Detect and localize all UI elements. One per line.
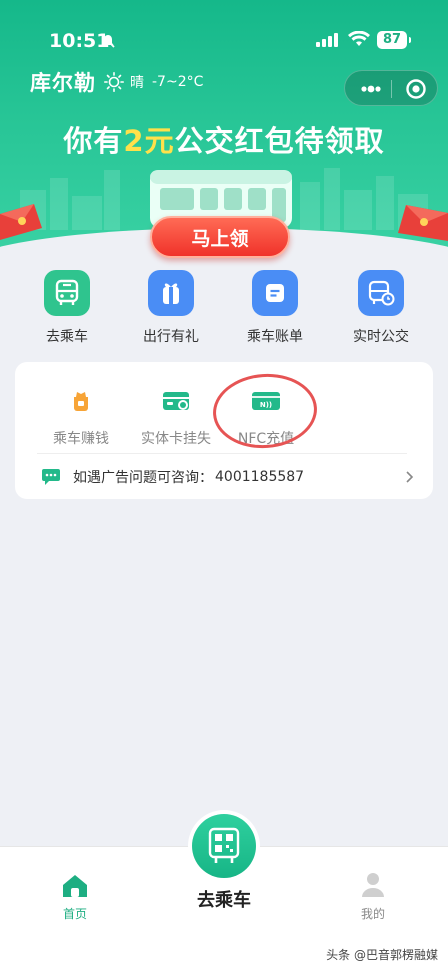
- home-icon: [63, 875, 87, 897]
- sun-icon: [104, 72, 124, 92]
- promo-prefix: 你有: [63, 124, 124, 158]
- service-card: 乘车赚钱 实体卡挂失 N)) NFC充值 如遇广告问题可咨询： 40011855…: [15, 362, 433, 499]
- weather-row[interactable]: 库尔勒 晴 -7~2°C: [30, 68, 203, 96]
- service-label: 实体卡挂失: [141, 431, 211, 447]
- quick-nav-label: 去乘车: [46, 329, 88, 345]
- close-target-icon[interactable]: [401, 77, 431, 101]
- red-envelope-right-decoration: [398, 205, 448, 241]
- quick-nav-realtime[interactable]: 实时公交: [336, 270, 426, 346]
- chevron-right-icon: [406, 471, 414, 483]
- tab-mine[interactable]: 我的: [348, 871, 398, 922]
- promo-amount: 2元: [123, 124, 175, 158]
- quick-nav-ride[interactable]: 去乘车: [22, 270, 112, 346]
- city-name[interactable]: 库尔勒: [30, 67, 96, 97]
- ad-text: 如遇广告问题可咨询：: [73, 470, 213, 486]
- signal-icon: [316, 33, 338, 47]
- weather-condition: 晴: [130, 75, 144, 91]
- card-lost-icon: [131, 386, 221, 416]
- quick-nav-label: 实时公交: [353, 329, 409, 345]
- quick-nav-label: 出行有礼: [143, 329, 199, 345]
- more-dots-icon[interactable]: [355, 77, 387, 101]
- miniprogram-capsule: [344, 70, 438, 106]
- service-label: 乘车赚钱: [53, 431, 109, 447]
- ad-consult-row[interactable]: 如遇广告问题可咨询： 4001185587: [41, 464, 415, 490]
- weather-temperature: -7~2°C: [152, 74, 204, 90]
- tab-home-label: 首页: [62, 907, 87, 921]
- realtime-bus-icon: [358, 270, 404, 316]
- bell-muted-icon: [101, 34, 115, 48]
- quick-nav-gift[interactable]: 出行有礼: [126, 270, 216, 346]
- wifi-icon: [348, 31, 370, 46]
- service-card-lost[interactable]: 实体卡挂失: [131, 386, 221, 448]
- promo-headline: 你有2元公交红包待领取: [0, 118, 448, 160]
- card-divider: [37, 453, 407, 454]
- red-envelope-left-decoration: [0, 204, 42, 240]
- ad-phone: 4001185587: [215, 469, 305, 485]
- tab-home[interactable]: 首页: [50, 873, 100, 922]
- gift-icon: [148, 270, 194, 316]
- bill-icon: [252, 270, 298, 316]
- watermark: 头条 @巴音郭楞融媒: [326, 948, 438, 962]
- center-ride-label[interactable]: 去乘车: [174, 886, 274, 912]
- service-earn-money[interactable]: 乘车赚钱: [36, 386, 126, 448]
- promo-suffix: 公交红包待领取: [174, 124, 385, 158]
- tab-mine-label: 我的: [360, 907, 385, 921]
- center-ride-button[interactable]: [188, 810, 260, 882]
- money-bag-icon: [36, 386, 126, 416]
- grab-now-button[interactable]: 马上领: [150, 216, 290, 258]
- user-icon: [362, 873, 384, 897]
- quick-nav-bill[interactable]: 乘车账单: [230, 270, 320, 346]
- status-bar: 10:51 87: [0, 0, 448, 60]
- bus-front-icon: [44, 270, 90, 316]
- qr-bus-icon: [192, 814, 256, 878]
- quick-nav-label: 乘车账单: [247, 329, 303, 345]
- chat-bubble-icon: [42, 469, 60, 485]
- battery-indicator: 87: [377, 31, 411, 49]
- quick-nav: 去乘车 出行有礼 乘车账单 实时公交: [0, 270, 448, 352]
- capsule-divider: [391, 80, 392, 98]
